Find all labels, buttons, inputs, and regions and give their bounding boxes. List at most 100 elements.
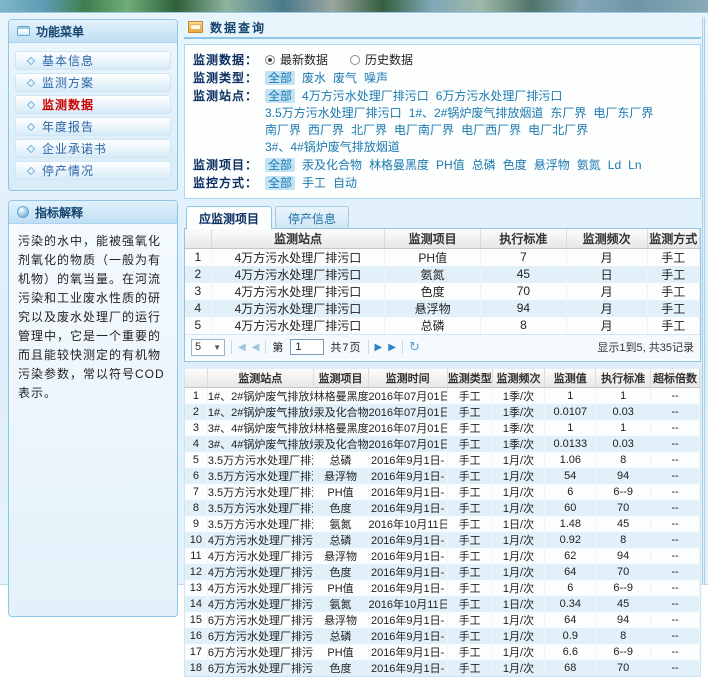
table-row[interactable]: 34万方污水处理厂排污口色度70月手工: [185, 283, 700, 300]
table-cell: 8: [596, 532, 651, 548]
filter-option[interactable]: 噪声: [364, 71, 388, 85]
filter-option[interactable]: 色度: [503, 158, 527, 172]
table-row[interactable]: 73.5万方污水处理厂排污口PH值2016年9月1日-手工1月/次66--9--: [185, 484, 700, 500]
filter-option[interactable]: 西厂界: [308, 123, 344, 137]
filter-option[interactable]: 手工: [302, 176, 326, 190]
table-row[interactable]: 134万方污水处理厂排污口PH值2016年9月1日-手工1月/次66--9--: [185, 580, 700, 596]
filter-option[interactable]: 4万方污水处理厂排污口: [302, 89, 429, 103]
table-cell: 4: [185, 436, 207, 452]
filter-option[interactable]: PH值: [436, 158, 465, 172]
refresh-icon[interactable]: ↻: [409, 339, 420, 355]
table-cell: 手工: [447, 452, 492, 468]
table-cell: 1: [185, 388, 207, 405]
radio-option[interactable]: 历史数据: [350, 53, 413, 67]
filter-option[interactable]: 废气: [333, 71, 357, 85]
first-page-button[interactable]: ◀: [238, 340, 246, 355]
filter-option[interactable]: 电厂南厂界: [394, 123, 454, 137]
table-row[interactable]: 176万方污水处理厂排污口PH值2016年9月1日-手工1月/次6.66--9-…: [185, 644, 700, 660]
table-cell: 氨氮: [385, 266, 481, 283]
table-row[interactable]: 83.5万方污水处理厂排污口色度2016年9月1日-手工1月/次6070--: [185, 500, 700, 516]
filter-option[interactable]: 6万方污水处理厂排污口: [436, 89, 563, 103]
table-row[interactable]: 14万方污水处理厂排污口PH值7月手工: [185, 248, 700, 266]
table-row[interactable]: 33#、4#锅炉废气排放烟道林格曼黑度2016年07月01日手工1季/次11--: [185, 420, 700, 436]
table-cell: --: [651, 596, 700, 612]
table-cell: 4: [185, 300, 211, 317]
table-row[interactable]: 156万方污水处理厂排污口悬浮物2016年9月1日-手工1月/次6494--: [185, 612, 700, 628]
tab-1[interactable]: 应监测项目: [186, 206, 272, 229]
table-cell: 2016年07月01日: [368, 436, 447, 452]
filter-option[interactable]: 全部: [265, 71, 295, 85]
filter-option[interactable]: 林格曼黑度: [369, 158, 429, 172]
table-cell: 45: [596, 596, 651, 612]
table-row[interactable]: 166万方污水处理厂排污口总磷2016年9月1日-手工1月/次0.98--: [185, 628, 700, 644]
table-row[interactable]: 114万方污水处理厂排污口悬浮物2016年9月1日-手工1月/次6294--: [185, 548, 700, 564]
table-row[interactable]: 186万方污水处理厂排污口色度2016年9月1日-手工1月/次6870--: [185, 660, 700, 676]
sidebar-item-5[interactable]: 企业承诺书: [15, 139, 171, 158]
filter-option[interactable]: 氨氮: [577, 158, 601, 172]
filter-option[interactable]: 北厂界: [351, 123, 387, 137]
table-row[interactable]: 24万方污水处理厂排污口氨氮45日手工: [185, 266, 700, 283]
table-cell: 色度: [313, 500, 368, 516]
table-row[interactable]: 63.5万方污水处理厂排污口悬浮物2016年9月1日-手工1月/次5494--: [185, 468, 700, 484]
divider: [265, 340, 266, 354]
glossary-panel: 指标解释 污染的水中，能被强氧化剂氧化的物质（一般为有机物）的氧当量。在河流污染…: [8, 200, 178, 617]
table-cell: 6--9: [596, 484, 651, 500]
sidebar-item-4[interactable]: 年度报告: [15, 117, 171, 136]
filter-option[interactable]: 自动: [333, 176, 357, 190]
filter-option[interactable]: 电厂北厂界: [528, 123, 588, 137]
filter-option[interactable]: Ld: [608, 158, 621, 172]
last-page-button[interactable]: ▶: [388, 340, 396, 355]
total-pages-label: 共7页: [330, 339, 361, 355]
page-background: 功能菜单 基本信息监测方案监测数据年度报告企业承诺书停产情况 指标解释 污染的水…: [0, 13, 708, 585]
next-page-button[interactable]: ▶: [375, 340, 383, 355]
sidebar-item-3[interactable]: 监测数据: [15, 95, 171, 114]
table-cell: 2: [185, 404, 207, 420]
table-row[interactable]: 11#、2#锅炉废气排放烟道林格曼黑度2016年07月01日手工1季/次11--: [185, 388, 700, 405]
tab-2[interactable]: 停产信息: [275, 206, 349, 229]
table-cell: 9: [185, 516, 207, 532]
filter-option[interactable]: 汞及化合物: [302, 158, 362, 172]
table-cell: 6--9: [596, 644, 651, 660]
table-row[interactable]: 43#、4#锅炉废气排放烟道汞及化合物2016年07月01日手工1季/次0.01…: [185, 436, 700, 452]
site-photo-banner: [0, 0, 708, 13]
table-cell: 1月/次: [492, 564, 545, 580]
prev-page-button[interactable]: ◀: [252, 340, 260, 355]
filter-option[interactable]: 东厂界: [550, 106, 586, 120]
table-row[interactable]: 21#、2#锅炉废气排放烟道汞及化合物2016年07月01日手工1季/次0.01…: [185, 404, 700, 420]
table-row[interactable]: 104万方污水处理厂排污口总磷2016年9月1日-手工1月/次0.928--: [185, 532, 700, 548]
column-header: 执行标准: [481, 229, 567, 248]
table-row[interactable]: 144万方污水处理厂排污口氨氮2016年10月11日手工1日/次0.3445--: [185, 596, 700, 612]
filter-options: 全部汞及化合物林格曼黑度 PH值总磷色度悬浮物氨氮 Ld Ln: [265, 157, 692, 174]
radio-option[interactable]: 最新数据: [265, 53, 328, 67]
sidebar-item-1[interactable]: 基本信息: [15, 51, 171, 70]
table-row[interactable]: 124万方污水处理厂排污口色度2016年9月1日-手工1月/次6470--: [185, 564, 700, 580]
filter-option[interactable]: 电厂东厂界: [593, 106, 653, 120]
filter-option[interactable]: 电厂西厂界: [461, 123, 521, 137]
filter-option[interactable]: 总磷: [472, 158, 496, 172]
filter-option[interactable]: 全部: [265, 158, 295, 172]
page-number-input[interactable]: [290, 339, 324, 355]
page-size-select[interactable]: 5 ▼: [191, 339, 225, 356]
filter-option[interactable]: 全部: [265, 89, 295, 103]
filter-option[interactable]: 3.5万方污水处理厂排污口: [265, 106, 402, 120]
table-row[interactable]: 53.5万方污水处理厂排污口总磷2016年9月1日-手工1月/次1.068--: [185, 452, 700, 468]
table-row[interactable]: 54万方污水处理厂排污口总磷8月手工: [185, 317, 700, 334]
sidebar-item-label: 基本信息: [42, 52, 94, 69]
sidebar-item-6[interactable]: 停产情况: [15, 161, 171, 180]
sidebar-item-2[interactable]: 监测方案: [15, 73, 171, 92]
filter-option[interactable]: 3#、4#锅炉废气排放烟道: [265, 140, 400, 154]
table-cell: 54: [545, 468, 596, 484]
table-cell: 12: [185, 564, 207, 580]
filter-option[interactable]: Ln: [628, 158, 641, 172]
filter-option[interactable]: 1#、2#锅炉废气排放烟道: [409, 106, 544, 120]
filter-option[interactable]: 南厂界: [265, 123, 301, 137]
table-row[interactable]: 93.5万方污水处理厂排污口氨氮2016年10月11日手工1日/次1.4845-…: [185, 516, 700, 532]
filter-option[interactable]: 悬浮物: [534, 158, 570, 172]
table-cell: 1: [545, 388, 596, 405]
table-cell: 62: [545, 548, 596, 564]
filter-options: 全部废水废气噪声: [265, 70, 692, 87]
filter-option[interactable]: 废水: [302, 71, 326, 85]
table-row[interactable]: 44万方污水处理厂排污口悬浮物94月手工: [185, 300, 700, 317]
table-cell: 1#、2#锅炉废气排放烟道: [207, 404, 313, 420]
filter-option[interactable]: 全部: [265, 176, 295, 190]
